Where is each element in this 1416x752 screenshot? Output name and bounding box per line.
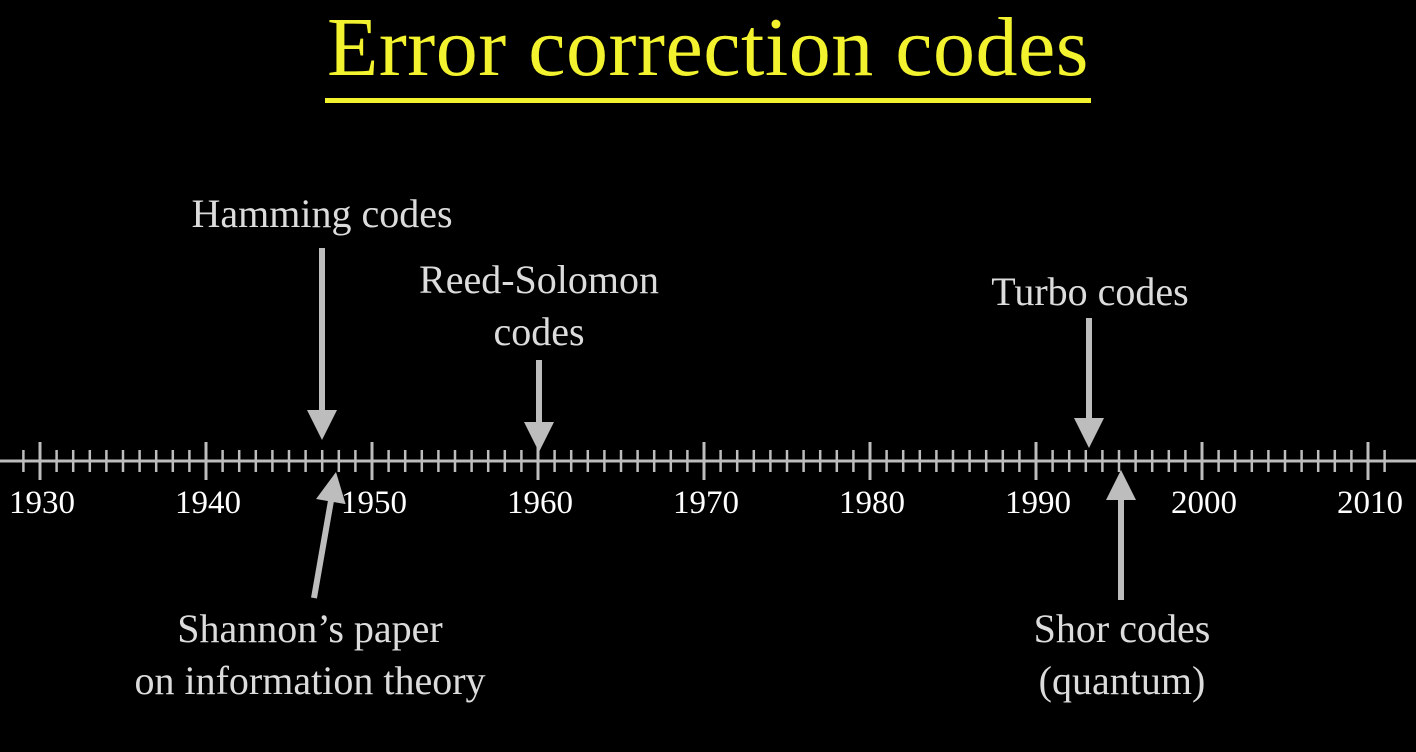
- event-label-line: Shor codes: [1033, 606, 1211, 651]
- year-label: 2010: [1337, 485, 1403, 521]
- event-label-reed-solomon: Reed-Solomon codes: [419, 254, 659, 358]
- arrow-reed-solomon-head: [524, 422, 554, 452]
- year-label: 1980: [839, 485, 905, 521]
- year-label: 1990: [1005, 485, 1071, 521]
- event-label-turbo: Turbo codes: [991, 266, 1188, 318]
- event-label-line: (quantum): [1038, 658, 1206, 703]
- year-label: 1930: [9, 485, 75, 521]
- year-label: 2000: [1171, 485, 1237, 521]
- event-label-line: on information theory: [134, 658, 486, 703]
- arrow-shannon-shaft: [311, 499, 335, 599]
- year-label: 1940: [175, 485, 241, 521]
- event-label-line: Hamming codes: [191, 191, 453, 236]
- year-label: 1960: [507, 485, 573, 521]
- event-label-line: Shannon’s paper: [177, 606, 443, 651]
- year-label: 1950: [341, 485, 407, 521]
- timeline-slide: Error correction codes 1930 1940 1950 1960 1…: [0, 0, 1416, 752]
- event-label-line: Turbo codes: [991, 269, 1189, 314]
- arrow-shor-head: [1106, 470, 1136, 500]
- arrow-hamming-head: [307, 410, 337, 440]
- event-label-shor: Shor codes (quantum): [1034, 603, 1211, 707]
- year-label: 1970: [673, 485, 739, 521]
- event-label-hamming: Hamming codes: [191, 188, 452, 240]
- event-label-line: Reed-Solomon: [419, 257, 659, 302]
- event-label-line: codes: [493, 309, 585, 354]
- arrow-turbo-head: [1074, 418, 1104, 448]
- event-label-shannon: Shannon’s paper on information theory: [134, 603, 485, 707]
